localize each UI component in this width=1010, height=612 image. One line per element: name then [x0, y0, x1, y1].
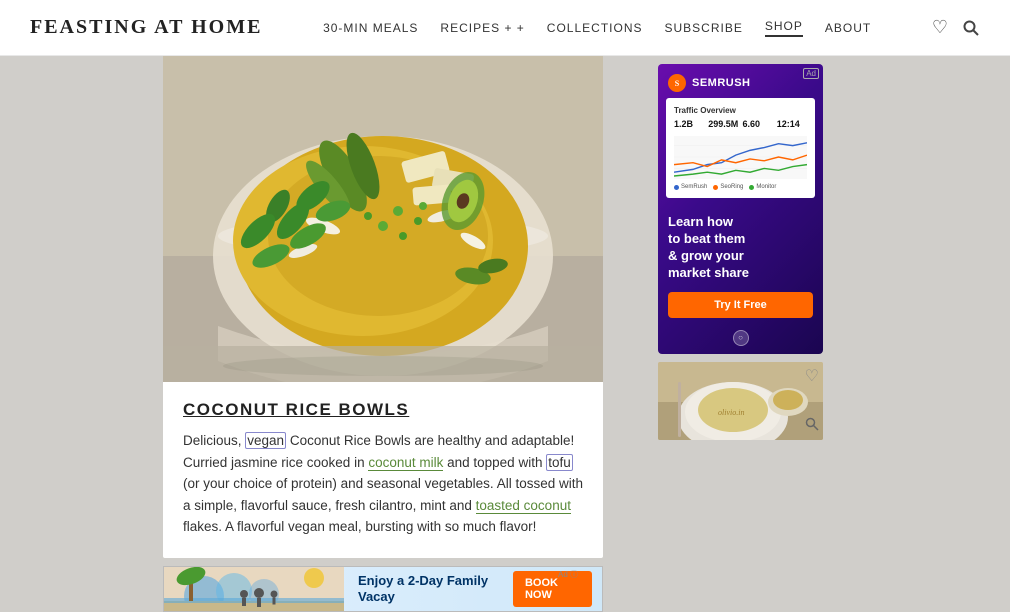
- banner-text: Enjoy a 2-Day Family Vacay: [358, 573, 513, 604]
- stat-3: 6.60: [743, 119, 773, 129]
- sidebar-thumbnail: olivio.in ♡: [658, 362, 823, 440]
- mini-chart: [674, 135, 807, 180]
- semrush-body: Learn howto beat them& grow yourmarket s…: [658, 206, 823, 330]
- legend-2: SeoRing: [713, 184, 743, 190]
- body-text-3: and topped with: [443, 455, 546, 470]
- stat-1: 1.2B: [674, 119, 704, 129]
- nav-about[interactable]: ABOUT: [825, 21, 871, 35]
- semrush-logo-text: SEMRUSH: [692, 77, 751, 89]
- legend-dot-1: [674, 185, 679, 190]
- heart-icon[interactable]: ♡: [932, 17, 948, 38]
- ad-badge: Ad: [803, 68, 819, 79]
- legend-1: SemRush: [674, 184, 707, 190]
- toasted-coconut-link[interactable]: toasted coconut: [476, 498, 571, 514]
- stat-3-value: 6.60: [743, 119, 773, 129]
- food-image: [163, 56, 603, 382]
- article-title[interactable]: COCONUT RICE BOWLS: [183, 400, 583, 420]
- site-logo[interactable]: FEASTING AT HOME: [30, 16, 262, 39]
- nav-recipes[interactable]: RECIPES +: [440, 21, 524, 35]
- thumbnail-image-svg: olivio.in: [658, 362, 823, 440]
- body-text-1: Delicious,: [183, 433, 245, 448]
- thumbnail-search-icon[interactable]: [805, 417, 819, 436]
- vegan-highlight: vegan: [245, 432, 286, 449]
- semrush-ad: Ad S SEMRUSH Traffic Overview 1.2B 299.5…: [658, 64, 823, 354]
- stat-4-value: 12:14: [777, 119, 807, 129]
- stat-4: 12:14: [777, 119, 807, 129]
- legend-dot-2: [713, 185, 718, 190]
- semrush-tagline: Learn howto beat them& grow yourmarket s…: [668, 214, 813, 282]
- banner-image: [164, 567, 344, 611]
- article-card: COCONUT RICE BOWLS Delicious, vegan Coco…: [163, 382, 603, 558]
- food-image-container: [163, 56, 603, 382]
- semrush-header: S SEMRUSH: [658, 64, 823, 98]
- stat-2-value: 299.5M: [708, 119, 738, 129]
- semrush-footer: ○: [658, 330, 823, 354]
- body-text-5: flakes. A flavorful vegan meal, bursting…: [183, 519, 536, 534]
- chart-legend: SemRush SeoRing Monitor: [674, 184, 807, 190]
- tofu-highlight: tofu: [546, 454, 573, 471]
- nav-30min-meals[interactable]: 30-MIN MEALS: [323, 21, 418, 35]
- coconut-milk-link[interactable]: coconut milk: [368, 455, 443, 471]
- site-header: FEASTING AT HOME 30-MIN MEALS RECIPES + …: [0, 0, 1010, 56]
- bottom-banner: Ad ⓘ: [163, 566, 603, 612]
- legend-3: Monitor: [749, 184, 776, 190]
- main-nav: 30-MIN MEALS RECIPES + COLLECTIONS SUBSC…: [323, 19, 871, 37]
- chart-title: Traffic Overview: [674, 106, 807, 115]
- nav-subscribe[interactable]: SUBSCRIBE: [664, 21, 742, 35]
- semrush-chart-area: Traffic Overview 1.2B 299.5M 6.60 12:14: [666, 98, 815, 198]
- search-icon[interactable]: [962, 19, 980, 37]
- nav-collections[interactable]: COLLECTIONS: [547, 21, 643, 35]
- article-body: Delicious, vegan Coconut Rice Bowls are …: [183, 430, 583, 538]
- semrush-logo-icon: S: [668, 74, 686, 92]
- chart-stats: 1.2B 299.5M 6.60 12:14: [674, 119, 807, 129]
- nav-shop[interactable]: SHOP: [765, 19, 803, 37]
- right-sidebar: Ad S SEMRUSH Traffic Overview 1.2B 299.5…: [650, 56, 820, 612]
- semrush-info-button[interactable]: ○: [733, 330, 749, 346]
- content-area: COCONUT RICE BOWLS Delicious, vegan Coco…: [0, 56, 650, 612]
- stat-1-value: 1.2B: [674, 119, 704, 129]
- stat-2: 299.5M: [708, 119, 738, 129]
- legend-dot-3: [749, 185, 754, 190]
- traffic-chart-svg: [674, 135, 807, 180]
- banner-image-svg: [164, 567, 344, 611]
- thumbnail-heart-icon[interactable]: ♡: [805, 366, 819, 386]
- semrush-cta-button[interactable]: Try It Free: [668, 292, 813, 318]
- main-container: COCONUT RICE BOWLS Delicious, vegan Coco…: [0, 56, 1010, 612]
- header-icons: ♡: [932, 17, 980, 38]
- svg-text:olivio.in: olivio.in: [718, 408, 744, 417]
- food-image-svg: [163, 56, 603, 382]
- banner-cta-button[interactable]: BOOK NOW: [513, 571, 592, 607]
